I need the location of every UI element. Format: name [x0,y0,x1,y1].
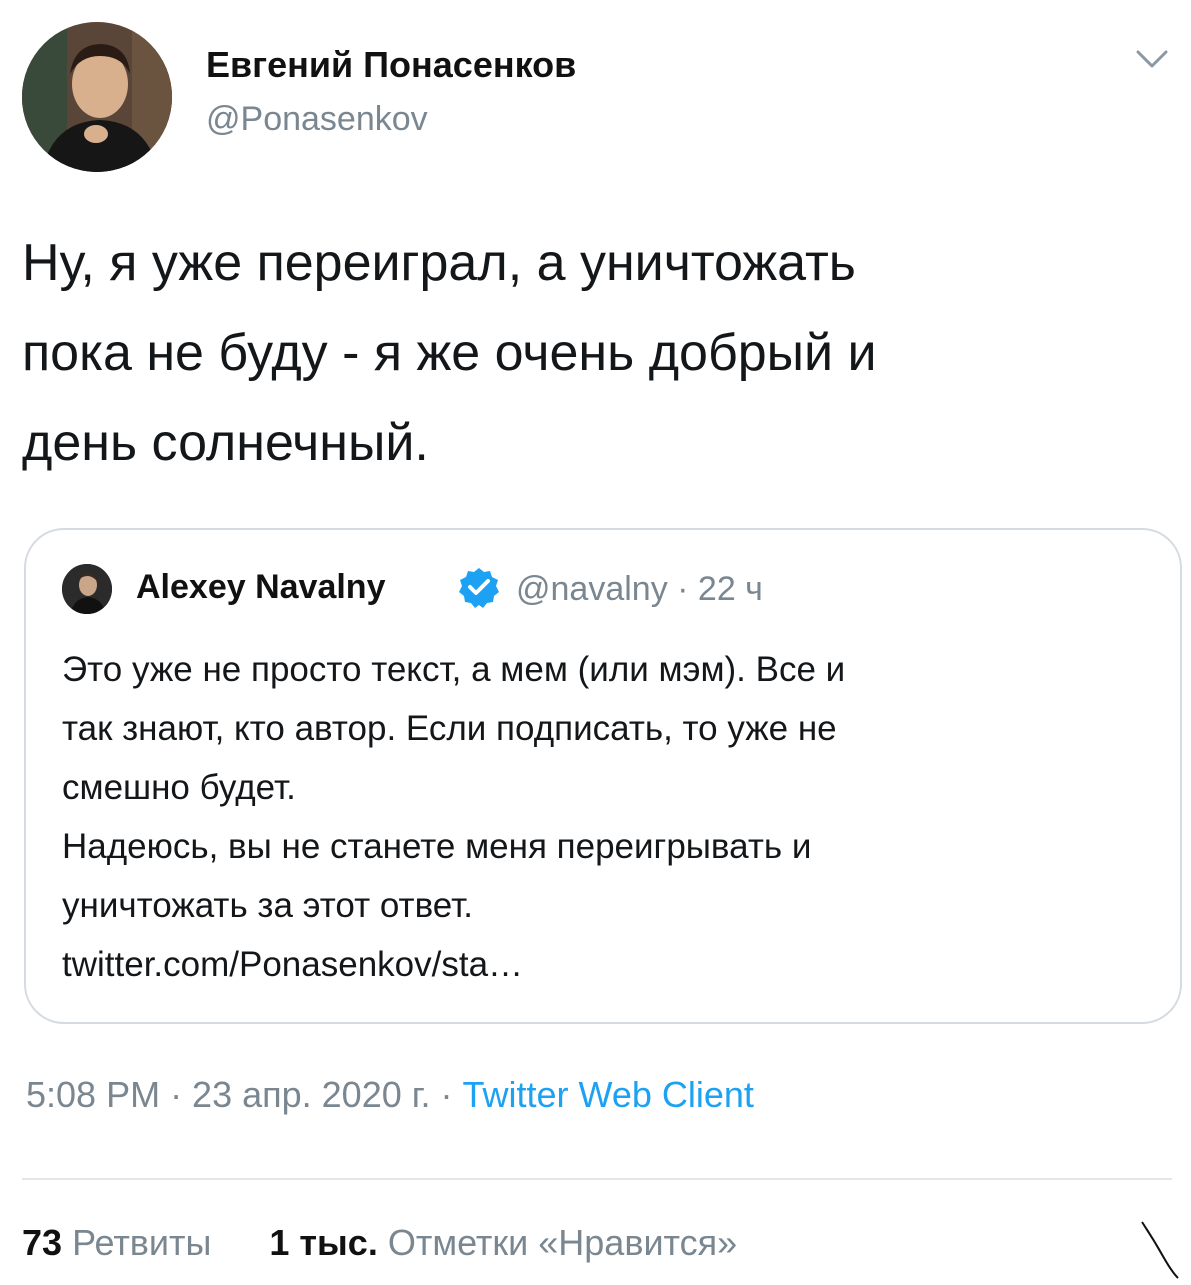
author-display-name[interactable]: Евгений Понасенков [206,44,576,86]
tweet-header: Евгений Понасенков @Ponasenkov [22,22,1172,172]
retweets-count: 73 [22,1222,63,1263]
likes-stat[interactable]: 1 тыс. Отметки «Нравится» [269,1222,737,1263]
tweet: Евгений Понасенков @Ponasenkov Ну, я уже… [0,0,1191,1280]
tweet-timestamp[interactable]: 5:08 PM · 23 апр. 2020 г. · [26,1074,462,1115]
tweet-text: Ну, я уже переиграл, а уничтожать пока н… [22,218,1172,488]
quoted-text-line: уничтожать за этот ответ. [62,886,473,925]
quoted-handle-time: @navalny · 22 ч [516,570,763,608]
quoted-tweet-text: Это уже не просто текст, а мем (или мэм)… [62,640,1142,994]
tweet-meta: 5:08 PM · 23 апр. 2020 г. · Twitter Web … [26,1074,754,1116]
tweet-text-line: пока не буду - я же очень добрый и [22,324,877,382]
tweet-stats: 73 Ретвиты 1 тыс. Отметки «Нравится» [22,1222,737,1264]
retweets-stat[interactable]: 73 Ретвиты [22,1222,211,1263]
quoted-author-avatar[interactable] [62,564,112,614]
scribble-mark [1140,1218,1180,1280]
likes-label: Отметки «Нравится» [387,1222,738,1263]
likes-count: 1 тыс. [269,1222,378,1263]
retweets-label: Ретвиты [72,1222,212,1263]
tweet-text-line: Ну, я уже переиграл, а уничтожать [22,234,856,292]
quoted-tweet-link[interactable]: twitter.com/Ponasenkov/sta… [62,945,523,984]
quoted-text-line: Это уже не просто текст, а мем (или мэм)… [62,650,846,689]
author-username[interactable]: @Ponasenkov [206,100,428,139]
quoted-text-line: смешно будет. [62,768,296,807]
tweet-text-line: день солнечный. [22,414,429,472]
quoted-text-line: Надеюсь, вы не станете меня переигрывать… [62,827,812,866]
divider [22,1178,1172,1180]
author-avatar[interactable] [22,22,172,172]
quoted-tweet-card[interactable]: Alexey Navalny @navalny · 22 ч Это уже н… [24,528,1182,1024]
verified-badge-icon [458,566,500,608]
tweet-source-client[interactable]: Twitter Web Client [462,1074,753,1115]
quoted-text-line: так знают, кто автор. Если подписать, то… [62,709,837,748]
chevron-down-icon[interactable] [1132,44,1172,74]
quoted-author-name[interactable]: Alexey Navalny [136,568,386,607]
